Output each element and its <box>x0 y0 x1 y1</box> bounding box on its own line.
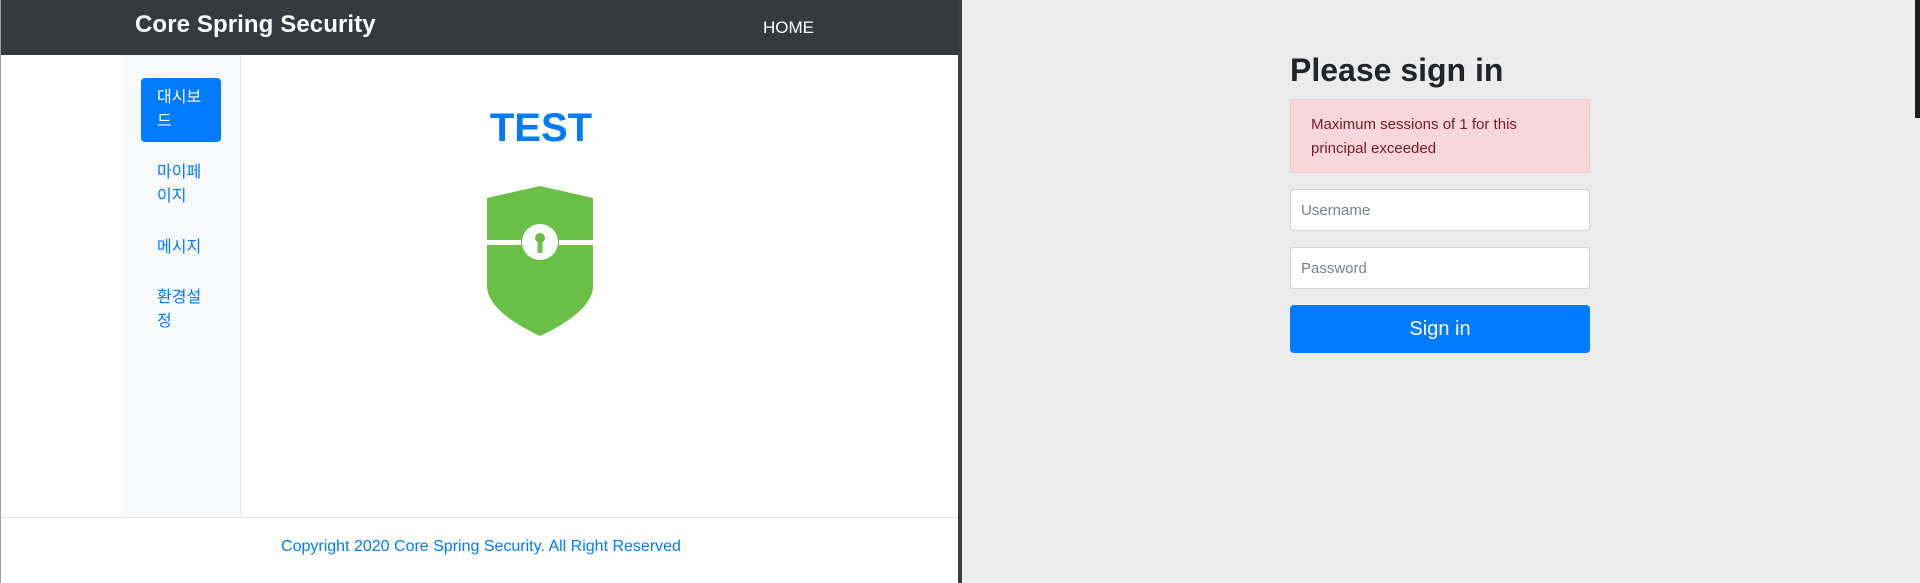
brand-title[interactable]: Core Spring Security <box>135 11 376 39</box>
top-navbar: Core Spring Security HOME <box>1 0 961 55</box>
username-input[interactable] <box>1290 189 1590 231</box>
password-input[interactable] <box>1290 247 1590 289</box>
nav-home-link[interactable]: HOME <box>763 18 814 38</box>
sidebar-item-settings[interactable]: 환경설정 <box>141 278 221 342</box>
shield-key-icon <box>487 186 593 336</box>
page-title: TEST <box>489 106 593 150</box>
sidebar-item-dashboard[interactable]: 대시보드 <box>141 78 221 142</box>
scrollbar[interactable] <box>1915 0 1920 118</box>
sidebar-item-messages[interactable]: 메시지 <box>141 228 221 268</box>
sidebar: 대시보드 마이페이지 메시지 환경설정 <box>121 55 241 517</box>
sidebar-item-mypage[interactable]: 마이페이지 <box>141 153 221 217</box>
main-app-window: Core Spring Security HOME 대시보드 마이페이지 메시지… <box>0 0 961 583</box>
copyright-text: Copyright 2020 Core Spring Security. All… <box>281 538 681 555</box>
session-error-alert: Maximum sessions of 1 for this principal… <box>1290 99 1590 173</box>
signin-window: Please sign in Maximum sessions of 1 for… <box>962 0 1920 583</box>
signin-heading: Please sign in <box>1290 52 1504 88</box>
footer: Copyright 2020 Core Spring Security. All… <box>1 517 961 583</box>
signin-button[interactable]: Sign in <box>1290 305 1590 353</box>
